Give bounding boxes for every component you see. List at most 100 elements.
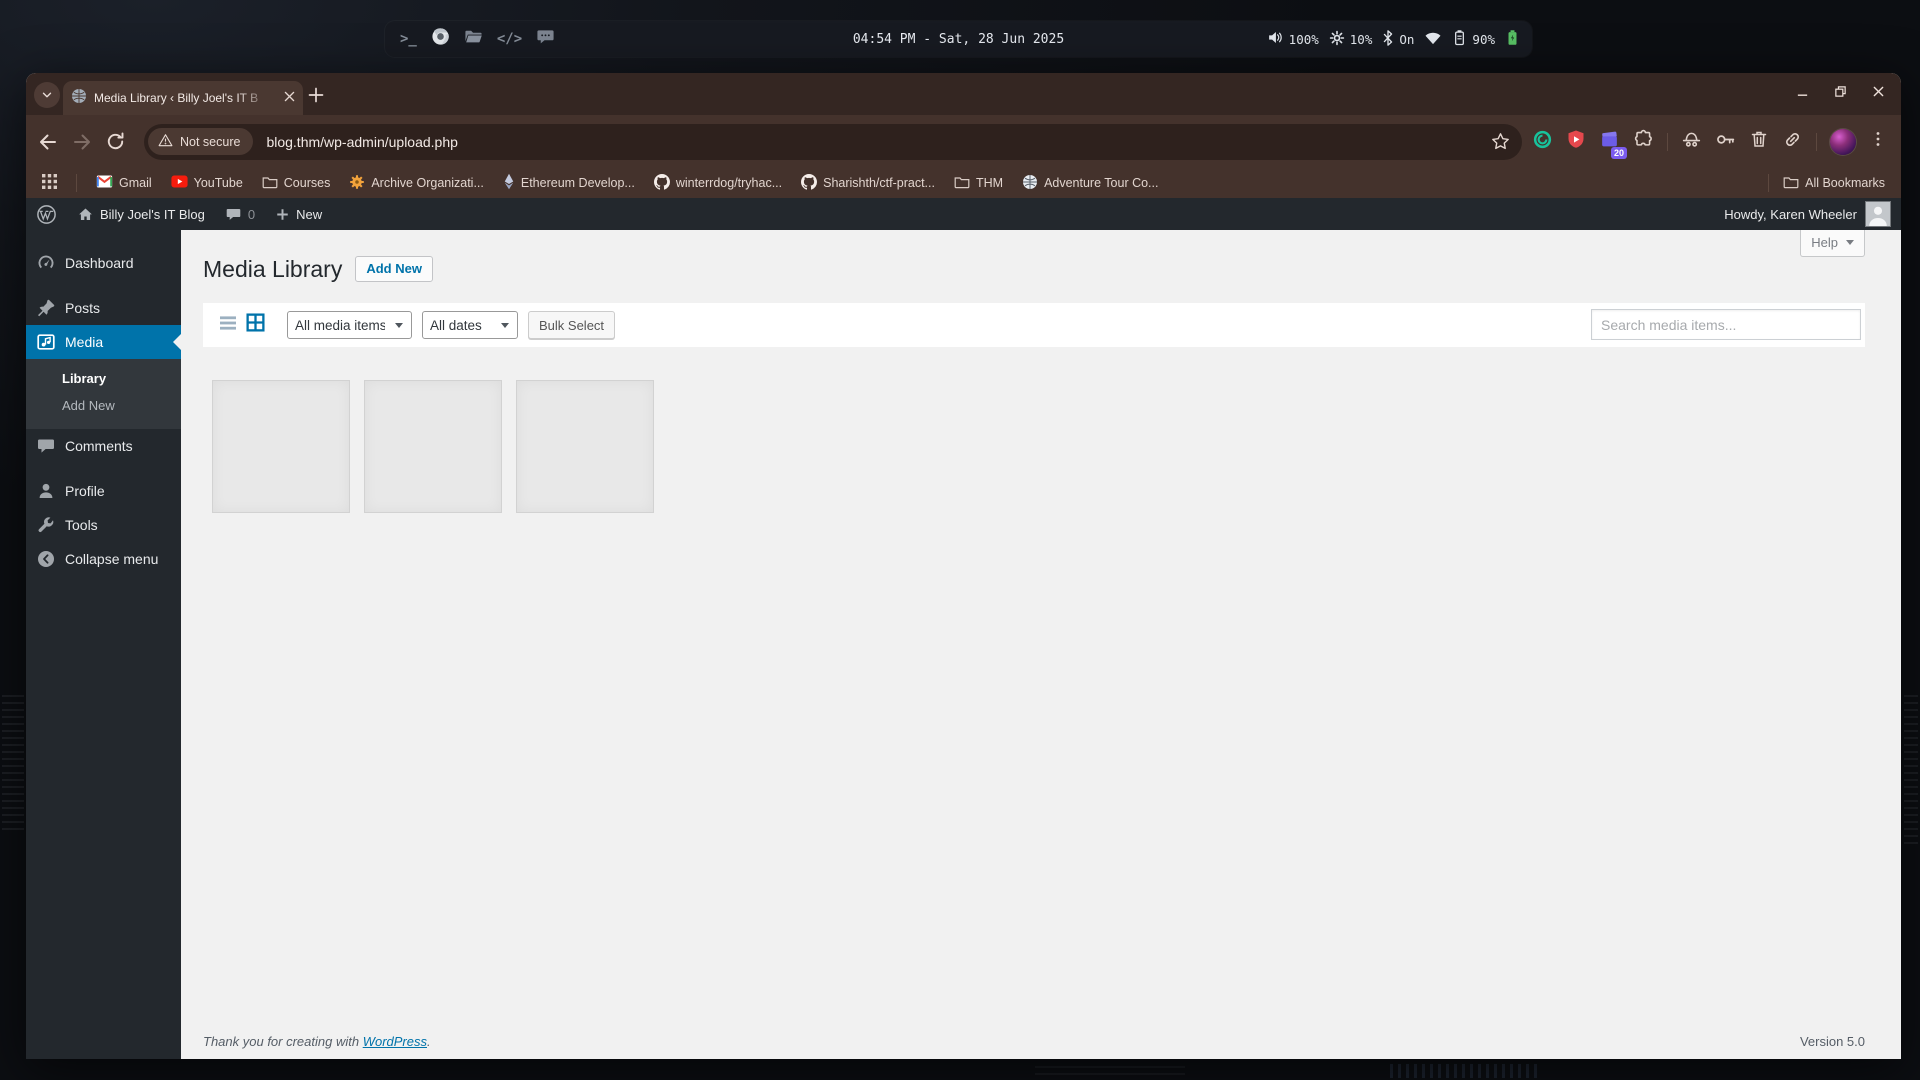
new-content-menu[interactable]: New [265,198,332,230]
battery-indicator[interactable]: 90% [1452,29,1495,49]
bulk-select-button[interactable]: Bulk Select [528,311,616,339]
terminal-icon[interactable]: >_ [400,31,417,47]
extension-green-ring-icon[interactable] [1532,129,1553,155]
grid-view-icon[interactable] [245,312,266,338]
footer-version: Version 5.0 [1799,1034,1865,1049]
code-editor-icon[interactable]: </> [497,31,522,47]
extension-hat-icon[interactable] [1681,129,1702,155]
address-bar[interactable]: Not secure blog.thm/wp-admin/upload.php [144,123,1522,160]
bookmark-label: Archive Organizati... [371,176,484,190]
browser-profile-avatar[interactable] [1830,128,1856,155]
battery-charging-icon[interactable] [1505,29,1520,49]
bookmark-label: Adventure Tour Co... [1044,176,1159,190]
file-manager-icon[interactable] [464,27,483,51]
submenu-item-add-new[interactable]: Add New [26,392,181,419]
extension-wallet-icon[interactable]: 20 [1599,129,1627,159]
new-tab-button[interactable] [304,83,328,107]
bookmark-item[interactable]: Sharishth/ctf-pract... [801,173,935,193]
bookmark-item[interactable]: Adventure Tour Co... [1022,174,1158,193]
key-icon[interactable] [1715,129,1736,155]
footer-thanks-text: Thank you for creating with [203,1034,360,1049]
github-icon [653,173,670,193]
kebab-menu-icon[interactable] [1869,130,1887,153]
bookmark-label: Sharishth/ctf-pract... [823,176,935,190]
media-attachment[interactable] [516,380,654,513]
site-name-menu[interactable]: Billy Joel's IT Blog [67,198,215,230]
menu-label: Profile [65,483,105,499]
menu-item-posts[interactable]: Posts [26,291,181,325]
menu-item-tools[interactable]: Tools [26,508,181,542]
github-icon [801,173,818,193]
trash-icon[interactable] [1749,129,1769,155]
bookmark-item[interactable]: Gmail [96,174,152,192]
link-icon[interactable] [1782,129,1803,155]
add-new-button[interactable]: Add New [355,256,433,282]
close-icon[interactable] [1872,85,1885,103]
bookmark-star-icon[interactable] [1490,131,1511,157]
search-media-input[interactable] [1591,309,1861,340]
volume-value: 100% [1288,31,1319,47]
window-controls [1796,73,1885,115]
battery-value: 90% [1472,31,1495,47]
media-submenu: Library Add New [26,359,181,429]
date-filter[interactable]: All dates [422,311,518,339]
page-title-row: Media Library Add New [181,230,1901,284]
media-type-filter[interactable]: All media items [287,311,412,339]
all-bookmarks-button[interactable]: All Bookmarks [1783,175,1885,192]
bookmark-item[interactable]: Archive Organizati... [349,174,484,193]
brightness-indicator[interactable]: 10% [1329,30,1372,49]
back-button[interactable] [36,130,60,154]
apps-grid-icon[interactable] [42,174,57,192]
bookmarks-bar: Gmail YouTube Courses Archive Organizati… [26,168,1901,198]
chrome-icon[interactable] [431,27,450,51]
chat-icon[interactable] [536,27,555,51]
extensions-puzzle-icon[interactable] [1633,129,1654,155]
warning-triangle-icon [158,133,173,150]
media-attachment[interactable] [212,380,350,513]
menu-item-comments[interactable]: Comments [26,429,181,463]
wp-content-area: Help Media Library Add New All media ite… [181,230,1901,1059]
list-view-icon[interactable] [218,313,238,338]
bluetooth-indicator[interactable]: On [1382,29,1414,49]
menu-item-media[interactable]: Media [26,325,181,359]
bookmark-item[interactable]: YouTube [171,175,243,191]
wordpress-link[interactable]: WordPress [363,1034,427,1049]
bookmark-item[interactable]: Courses [262,175,330,192]
tab-search-button[interactable] [34,82,60,108]
comments-menu[interactable]: 0 [215,198,265,230]
browser-window: Media Library ‹ Billy Joel's IT B Not se… [26,73,1901,1059]
page-title: Media Library [203,256,343,282]
bookmark-folder-icon [954,175,970,192]
wp-logo-menu[interactable] [26,198,67,230]
archive-gear-icon [349,174,365,193]
wifi-icon[interactable] [1424,30,1442,48]
system-top-bar: >_ </> 04:54 PM - Sat, 28 Jun 2025 100% [385,21,1532,57]
menu-item-dashboard[interactable]: Dashboard [26,246,181,280]
bookmark-item[interactable]: winterrdog/tryhac... [653,173,782,193]
extension-red-shield-icon[interactable] [1566,129,1586,155]
browser-tab-active[interactable]: Media Library ‹ Billy Joel's IT B [63,81,303,115]
tab-close-icon[interactable] [284,89,295,107]
volume-indicator[interactable]: 100% [1267,29,1319,49]
forward-button[interactable] [70,130,94,154]
security-chip[interactable]: Not secure [148,128,254,155]
security-chip-label: Not secure [180,134,241,149]
bookmark-item[interactable]: Ethereum Develop... [503,173,635,193]
menu-item-collapse[interactable]: Collapse menu [26,542,181,576]
my-account-menu[interactable]: Howdy, Karen Wheeler [1724,201,1901,227]
browser-tab-strip: Media Library ‹ Billy Joel's IT B [26,73,1901,115]
dashboard-icon [38,255,54,269]
minimize-icon[interactable] [1796,85,1809,103]
menu-item-profile[interactable]: Profile [26,474,181,508]
submenu-item-library[interactable]: Library [26,365,181,392]
view-switcher [218,312,266,338]
bookmark-label: Ethereum Develop... [520,176,635,190]
desktop-background: >_ </> 04:54 PM - Sat, 28 Jun 2025 100% [0,0,1920,1080]
restore-icon[interactable] [1834,85,1847,103]
chevron-down-icon [42,92,52,98]
media-attachment[interactable] [364,380,502,513]
reload-button[interactable] [104,130,128,154]
help-button[interactable]: Help [1800,230,1865,257]
bookmark-item[interactable]: THM [954,175,1003,192]
wp-admin-menu: Dashboard Posts Media Library Add New Co… [26,230,181,1059]
